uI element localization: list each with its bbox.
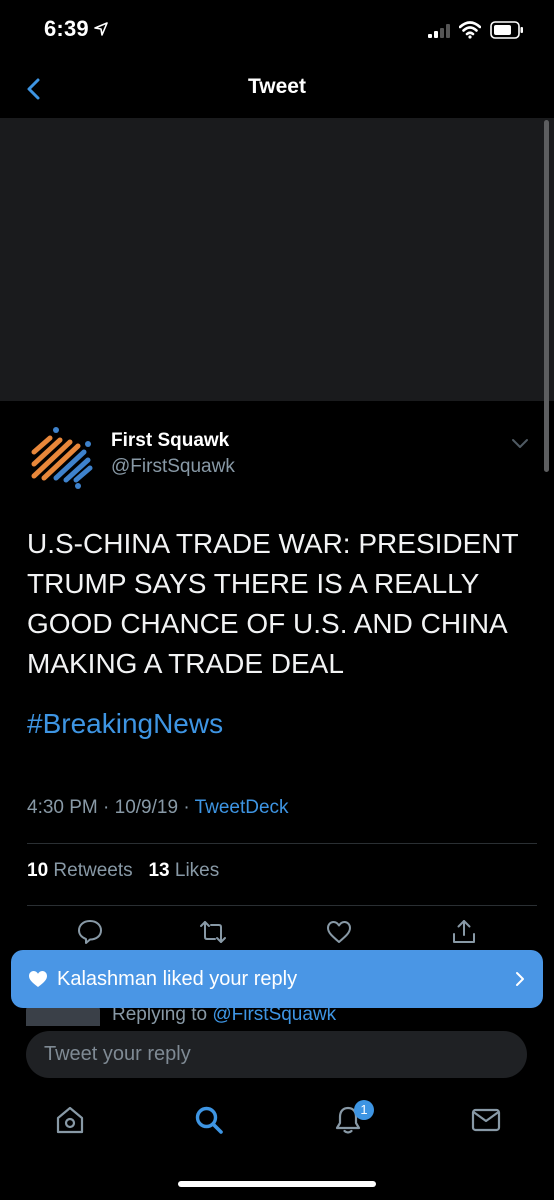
likes-stat[interactable]: 13 Likes [148, 860, 219, 881]
reply-icon[interactable] [76, 918, 104, 946]
messages-envelope-icon[interactable] [470, 1104, 502, 1136]
reply-avatar [26, 1006, 100, 1026]
retweets-label: Retweets [53, 860, 133, 881]
wifi-icon [459, 21, 481, 39]
cellular-signal-icon [428, 24, 450, 38]
notification-badge: 1 [354, 1100, 374, 1120]
reply-input[interactable]: Tweet your reply [26, 1031, 527, 1078]
status-bar: 6:39 [0, 0, 554, 64]
divider [27, 843, 537, 844]
tweet-actions [0, 918, 554, 948]
hashtag-link[interactable]: #BreakingNews [27, 708, 223, 740]
retweet-icon[interactable] [199, 918, 227, 946]
tweet-meta: 4:30 PM · 10/9/19 · TweetDeck [27, 797, 289, 819]
retweets-count: 10 [27, 860, 49, 881]
page-title: Tweet [248, 75, 306, 98]
toast-message: Kalashman liked your reply [57, 968, 298, 990]
home-icon[interactable] [54, 1104, 86, 1136]
notification-toast[interactable]: Kalashman liked your reply [11, 950, 543, 1008]
status-time: 6:39 [44, 16, 89, 41]
author-name[interactable]: First Squawk [111, 430, 229, 452]
chevron-down-icon[interactable] [509, 432, 531, 454]
heart-icon [29, 971, 47, 987]
tweet-stats: 10 Retweets 13 Likes [27, 860, 219, 882]
tweet-timestamp: 4:30 PM · 10/9/19 · [27, 797, 195, 818]
tweet-text: U.S-CHINA TRADE WAR: PRESIDENT TRUMP SAY… [27, 528, 519, 679]
chevron-right-icon [516, 972, 524, 986]
nav-bar: Tweet [0, 64, 554, 118]
divider [27, 905, 537, 906]
scrollbar[interactable] [544, 120, 549, 472]
tweet-media[interactable] [0, 118, 554, 401]
tweet-source-link[interactable]: TweetDeck [195, 797, 289, 818]
search-icon[interactable] [193, 1104, 225, 1136]
battery-icon [490, 21, 523, 39]
likes-count: 13 [148, 860, 170, 881]
like-icon[interactable] [325, 918, 353, 946]
author-handle[interactable]: @FirstSquawk [111, 456, 235, 478]
likes-label: Likes [174, 860, 220, 881]
share-icon[interactable] [450, 918, 478, 946]
avatar[interactable] [26, 422, 96, 492]
retweets-stat[interactable]: 10 Retweets [27, 860, 133, 881]
home-indicator[interactable] [178, 1181, 376, 1187]
reply-input-placeholder: Tweet your reply [44, 1043, 191, 1065]
location-arrow-icon [94, 22, 108, 36]
